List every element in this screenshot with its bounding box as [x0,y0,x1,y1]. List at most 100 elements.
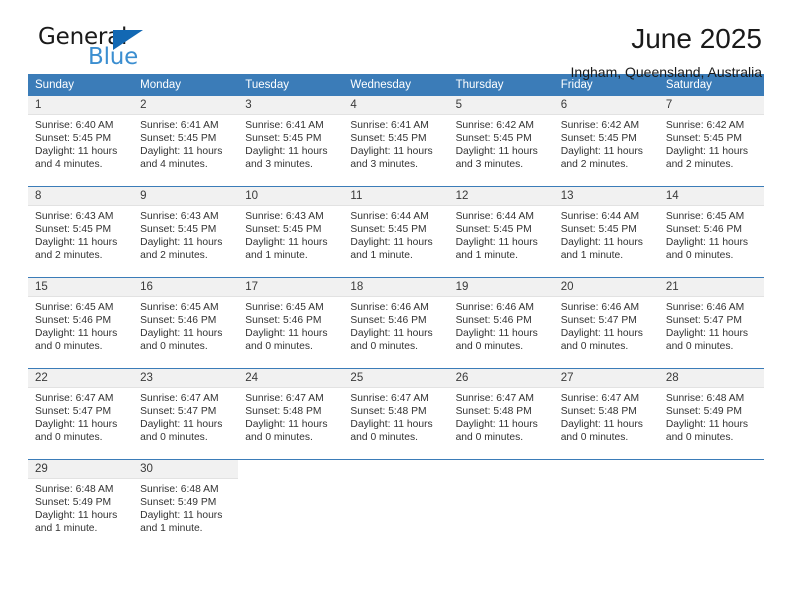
calendar-day[interactable]: 19 Sunrise: 6:46 AM Sunset: 5:46 PM Dayligh… [448,278,554,368]
calendar-day[interactable]: 17 Sunrise: 6:45 AM Sunset: 5:46 PM Dayligh… [238,278,344,368]
daylight-duration-line2: and 1 minute. [35,523,98,535]
sunset-time: Sunset: 5:45 PM [665,133,742,145]
calendar-day[interactable]: 1 Sunrise: 6:40 AM Sunset: 5:45 PM Daylight… [28,96,134,186]
daylight-duration-line1: Daylight: 11 hours [245,328,328,340]
calendar-day[interactable]: 15 Sunrise: 6:45 AM Sunset: 5:46 PM Dayligh… [28,278,134,368]
sunrise-time: Sunrise: 6:47 AM [140,393,219,404]
calendar-day-empty [553,460,659,550]
calendar-day[interactable]: 3 Sunrise: 6:41 AM Sunset: 5:45 PM Daylight… [238,96,344,186]
sunrise-time: Sunrise: 6:42 AM [560,120,640,131]
calendar-cell: 5 Sunrise: 6:42 AM Sunset: 5:45 PM Daylight… [448,96,554,187]
calendar-day[interactable]: 18 Sunrise: 6:46 AM Sunset: 5:46 PM Dayligh… [343,278,449,368]
calendar-day[interactable]: 28 Sunrise: 6:48 AM Sunset: 5:49 PM Dayligh… [658,369,764,459]
calendar-week-row: 29 Sunrise: 6:48 AM Sunset: 5:49 PM Dayligh… [28,459,764,550]
day-details: Sunrise: 6:44 AM Sunset: 5:45 PM Daylight:… [449,206,554,262]
daylight-duration-line2: and 0 minutes. [665,341,734,353]
sunset-time: Sunset: 5:45 PM [560,133,637,145]
sunrise-time: Sunrise: 6:43 AM [245,211,324,222]
calendar-day[interactable]: 30 Sunrise: 6:48 AM Sunset: 5:49 PM Dayligh… [133,460,239,550]
sunset-time: Sunset: 5:45 PM [350,224,427,236]
title-block: June 2025 Ingham, Queensland, Australia [571,22,764,82]
daylight-duration-line1: Daylight: 11 hours [350,146,433,158]
daylight-duration-line1: Daylight: 11 hours [560,146,643,158]
daylight-duration-line2: and 0 minutes. [245,432,313,444]
day-details: Sunrise: 6:44 AM Sunset: 5:45 PM Daylight:… [343,206,448,262]
calendar-day[interactable]: 8 Sunrise: 6:43 AM Sunset: 5:45 PM Daylight… [28,187,134,277]
daylight-duration-line2: and 1 minute. [455,250,518,262]
sunset-time: Sunset: 5:49 PM [140,497,217,509]
calendar-cell [238,459,344,550]
calendar-day[interactable]: 23 Sunrise: 6:47 AM Sunset: 5:47 PM Dayligh… [133,369,239,459]
daylight-duration-line2: and 0 minutes. [140,432,208,444]
calendar-cell: 23 Sunrise: 6:47 AM Sunset: 5:47 PM Dayligh… [133,368,239,460]
calendar-day[interactable]: 29 Sunrise: 6:48 AM Sunset: 5:49 PM Dayligh… [28,460,134,550]
daylight-duration-line1: Daylight: 11 hours [455,419,538,431]
calendar-cell: 12 Sunrise: 6:44 AM Sunset: 5:45 PM Dayligh… [448,186,554,278]
daylight-duration-line1: Daylight: 11 hours [140,419,223,431]
calendar-day[interactable]: 22 Sunrise: 6:47 AM Sunset: 5:47 PM Dayligh… [28,369,134,459]
calendar-cell: 11 Sunrise: 6:44 AM Sunset: 5:45 PM Dayligh… [343,186,449,278]
calendar-cell: 26 Sunrise: 6:47 AM Sunset: 5:48 PM Dayligh… [448,368,554,460]
daylight-duration-line1: Daylight: 11 hours [455,328,538,340]
day-number: 11 [343,187,449,206]
calendar-cell: 4 Sunrise: 6:41 AM Sunset: 5:45 PM Daylight… [343,96,449,187]
calendar-day[interactable]: 20 Sunrise: 6:46 AM Sunset: 5:47 PM Dayligh… [553,278,659,368]
calendar-day[interactable]: 24 Sunrise: 6:47 AM Sunset: 5:48 PM Dayligh… [238,369,344,459]
calendar-day[interactable]: 16 Sunrise: 6:45 AM Sunset: 5:46 PM Dayligh… [133,278,239,368]
calendar-day[interactable]: 21 Sunrise: 6:46 AM Sunset: 5:47 PM Dayligh… [658,278,764,368]
calendar-day[interactable]: 25 Sunrise: 6:47 AM Sunset: 5:48 PM Dayligh… [343,369,449,459]
daylight-duration-line2: and 3 minutes. [245,159,313,171]
day-details: Sunrise: 6:45 AM Sunset: 5:46 PM Daylight:… [659,206,764,262]
daylight-duration-line1: Daylight: 11 hours [35,419,118,431]
day-details: Sunrise: 6:42 AM Sunset: 5:45 PM Daylight:… [659,115,764,171]
calendar-day[interactable]: 6 Sunrise: 6:42 AM Sunset: 5:45 PM Daylight… [553,96,659,186]
sunset-time: Sunset: 5:46 PM [35,315,112,327]
day-number: 22 [28,369,134,388]
calendar-day[interactable]: 26 Sunrise: 6:47 AM Sunset: 5:48 PM Dayligh… [448,369,554,459]
daylight-duration-line1: Daylight: 11 hours [140,237,223,249]
weekday-header-monday: Monday [133,74,239,96]
calendar-cell: 21 Sunrise: 6:46 AM Sunset: 5:47 PM Dayligh… [658,277,764,369]
day-details: Sunrise: 6:43 AM Sunset: 5:45 PM Daylight:… [28,206,133,262]
calendar-cell: 7 Sunrise: 6:42 AM Sunset: 5:45 PM Daylight… [658,96,764,187]
calendar-day[interactable]: 10 Sunrise: 6:43 AM Sunset: 5:45 PM Dayligh… [238,187,344,277]
day-number: 10 [238,187,344,206]
calendar-day[interactable]: 9 Sunrise: 6:43 AM Sunset: 5:45 PM Daylight… [133,187,239,277]
calendar-cell: 17 Sunrise: 6:45 AM Sunset: 5:46 PM Dayligh… [238,277,344,369]
day-number: 5 [448,96,554,115]
sunset-time: Sunset: 5:45 PM [35,224,112,236]
calendar-day[interactable]: 2 Sunrise: 6:41 AM Sunset: 5:45 PM Daylight… [133,96,239,186]
day-number: 27 [553,369,659,388]
calendar-cell: 6 Sunrise: 6:42 AM Sunset: 5:45 PM Daylight… [553,96,659,187]
calendar-day[interactable]: 27 Sunrise: 6:47 AM Sunset: 5:48 PM Dayligh… [553,369,659,459]
day-details: Sunrise: 6:43 AM Sunset: 5:45 PM Daylight:… [238,206,343,262]
sunrise-time: Sunrise: 6:47 AM [245,393,324,404]
daylight-duration-line1: Daylight: 11 hours [140,328,223,340]
sunrise-time: Sunrise: 6:45 AM [245,302,324,313]
sunrise-time: Sunrise: 6:45 AM [140,302,219,313]
sunrise-time: Sunrise: 6:46 AM [455,302,534,313]
calendar-day[interactable]: 14 Sunrise: 6:45 AM Sunset: 5:46 PM Dayligh… [658,187,764,277]
sunrise-time: Sunrise: 6:48 AM [665,393,745,404]
sunrise-time: Sunrise: 6:41 AM [140,120,219,131]
sunrise-time: Sunrise: 6:41 AM [245,120,324,131]
calendar-day[interactable]: 7 Sunrise: 6:42 AM Sunset: 5:45 PM Daylight… [658,96,764,186]
calendar-day[interactable]: 5 Sunrise: 6:42 AM Sunset: 5:45 PM Daylight… [448,96,554,186]
general-blue-logo[interactable]: General Blue [28,22,158,70]
daylight-duration-line2: and 0 minutes. [245,341,313,353]
sunrise-time: Sunrise: 6:46 AM [665,302,745,313]
calendar-day[interactable]: 11 Sunrise: 6:44 AM Sunset: 5:45 PM Dayligh… [343,187,449,277]
calendar-day[interactable]: 13 Sunrise: 6:44 AM Sunset: 5:45 PM Dayligh… [553,187,659,277]
sunrise-time: Sunrise: 6:48 AM [140,484,219,495]
calendar-day-empty [238,460,344,550]
day-details: Sunrise: 6:41 AM Sunset: 5:45 PM Daylight:… [343,115,448,171]
sunset-time: Sunset: 5:49 PM [35,497,112,509]
day-details: Sunrise: 6:46 AM Sunset: 5:46 PM Daylight:… [449,297,554,353]
daylight-duration-line2: and 4 minutes. [140,159,208,171]
calendar-day[interactable]: 12 Sunrise: 6:44 AM Sunset: 5:45 PM Dayligh… [448,187,554,277]
daylight-duration-line2: and 0 minutes. [560,432,629,444]
calendar-page: General Blue June 2025 Ingham, Queenslan… [0,0,792,612]
day-details: Sunrise: 6:41 AM Sunset: 5:45 PM Daylight:… [133,115,238,171]
calendar-day[interactable]: 4 Sunrise: 6:41 AM Sunset: 5:45 PM Daylight… [343,96,449,186]
sunrise-time: Sunrise: 6:47 AM [35,393,114,404]
